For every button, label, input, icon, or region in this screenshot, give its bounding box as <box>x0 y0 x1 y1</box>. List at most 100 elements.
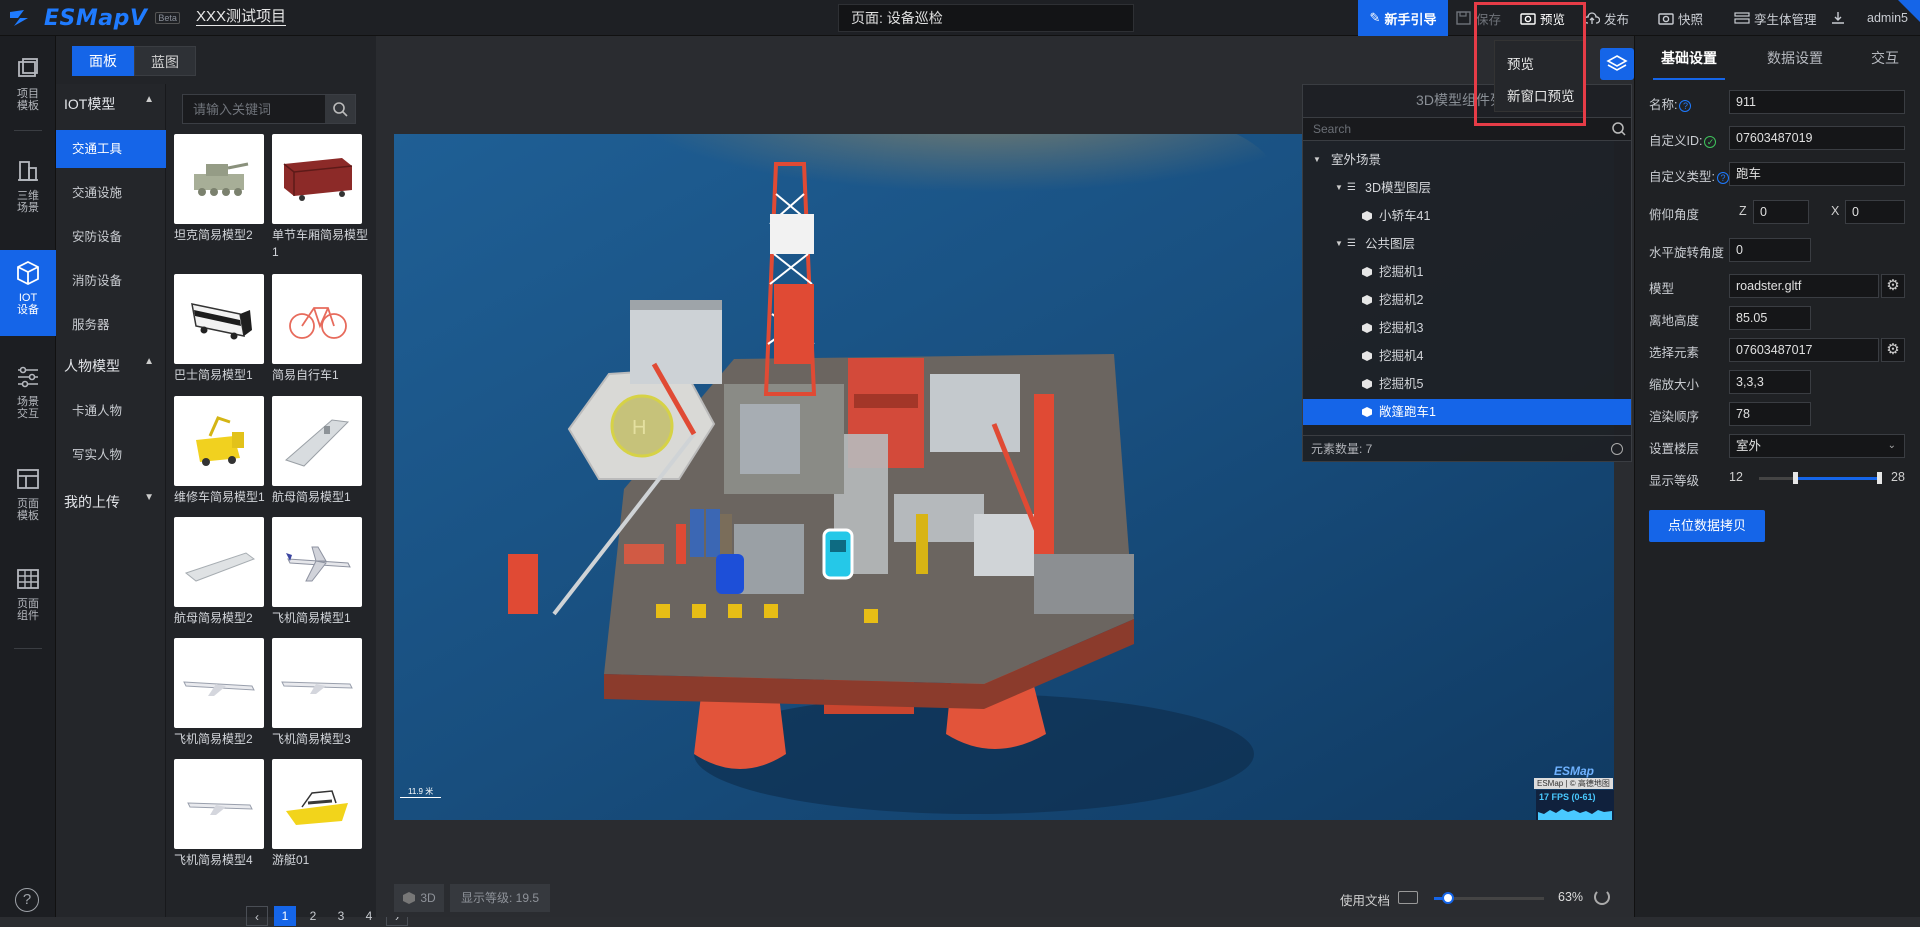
page-button[interactable]: 3 <box>330 906 352 926</box>
layers-toggle-button[interactable] <box>1600 48 1634 80</box>
tab-data-settings[interactable]: 数据设置 <box>1767 36 1823 80</box>
prev-page-button[interactable]: ‹ <box>246 906 268 926</box>
download-button[interactable] <box>1830 0 1846 36</box>
rotation-input[interactable]: 0 <box>1729 238 1811 262</box>
nav-item-scene-interaction[interactable]: 场景交互 <box>0 354 56 434</box>
tab-blueprint[interactable]: 蓝图 <box>134 46 196 76</box>
help-icon[interactable]: ? <box>15 888 39 912</box>
project-name[interactable]: XXX测试项目 <box>196 9 287 26</box>
cube-icon <box>403 892 416 904</box>
caret-down-icon[interactable]: ▼ <box>1313 147 1321 173</box>
search-input[interactable] <box>183 95 323 123</box>
render-order-input[interactable]: 78 <box>1729 402 1811 426</box>
snapshot-button[interactable]: 快照 <box>1658 0 1703 36</box>
cube-icon <box>17 260 39 286</box>
caret-down-icon[interactable]: ▼ <box>1335 175 1343 201</box>
tree-node[interactable]: 挖掘机5 <box>1303 371 1631 397</box>
publish-button[interactable]: 发布 <box>1584 0 1629 36</box>
category-item[interactable]: 服务器 <box>56 306 166 344</box>
zoom-slider[interactable] <box>1434 892 1544 904</box>
model-card[interactable]: 简易自行车1 <box>272 274 362 384</box>
tree-node[interactable]: 挖掘机2 <box>1303 287 1631 313</box>
layout-icon <box>17 469 39 489</box>
3d-mode-button[interactable]: 3D <box>394 884 444 912</box>
category-group-upload[interactable]: 我的上传 ▼ <box>64 492 164 512</box>
guide-button[interactable]: ✎ 新手引导 <box>1358 0 1448 36</box>
caret-down-icon[interactable]: ▼ <box>1335 231 1343 257</box>
model-card[interactable]: 飞机简易模型3 <box>272 638 362 748</box>
tree-node[interactable]: 挖掘机3 <box>1303 315 1631 341</box>
scale-input[interactable]: 3,3,3 <box>1729 370 1811 394</box>
custom-id-input[interactable]: 07603487019 <box>1729 126 1905 150</box>
app-logo[interactable]: ESMapV Beta <box>8 6 180 31</box>
model-card[interactable]: 维修车简易模型1 <box>174 396 265 506</box>
tree-node[interactable]: ▼ ☰ 公共图层 <box>1303 231 1631 257</box>
search-icon[interactable] <box>1611 121 1627 137</box>
level-range-slider[interactable] <box>1759 472 1882 484</box>
category-group-person[interactable]: 人物模型 ▲ <box>64 356 164 376</box>
gear-icon[interactable]: ⚙ <box>1881 274 1905 298</box>
search-button[interactable] <box>325 95 355 123</box>
tree-node-selected[interactable]: 敞篷跑车1 <box>1303 399 1631 425</box>
model-card[interactable]: 巴士简易模型1 <box>174 274 264 384</box>
search-icon <box>333 102 348 117</box>
tree-node[interactable]: ▼ 室外场景 <box>1303 147 1631 173</box>
name-input[interactable]: 911 <box>1729 90 1905 114</box>
level-range-min-handle[interactable] <box>1793 472 1798 484</box>
tab-panel[interactable]: 面板 <box>72 46 134 76</box>
twin-manage-button[interactable]: 孪生体管理 <box>1734 0 1817 36</box>
tab-basic-settings[interactable]: 基础设置 <box>1661 36 1717 80</box>
copy-point-data-button[interactable]: 点位数据拷贝 <box>1649 510 1765 542</box>
page-button[interactable]: 1 <box>274 906 296 926</box>
info-icon[interactable]: ? <box>1716 171 1729 184</box>
nav-item-project-template[interactable]: 项目模板 <box>0 46 56 126</box>
level-range-max-handle[interactable] <box>1877 472 1882 484</box>
pitch-x-input[interactable]: 0 <box>1845 200 1905 224</box>
model-card[interactable]: 飞机简易模型1 <box>272 517 362 627</box>
nav-item-page-component[interactable]: 页面组件 <box>0 556 56 636</box>
highlight-box <box>1474 2 1586 126</box>
tree-node[interactable]: 小轿车41 <box>1303 203 1631 229</box>
category-item[interactable]: 消防设备 <box>56 262 166 300</box>
collapse-icon[interactable] <box>1611 443 1623 455</box>
nav-item-3d-scene[interactable]: 三维场景 <box>0 148 56 228</box>
floor-select[interactable]: 室外 ⌄ <box>1729 434 1905 458</box>
building-icon <box>18 161 38 181</box>
page-button[interactable]: 2 <box>302 906 324 926</box>
custom-type-input[interactable]: 跑车 <box>1729 162 1905 186</box>
category-item[interactable]: 交通工具 <box>56 130 166 168</box>
model-card[interactable]: 飞机简易模型2 <box>174 638 264 748</box>
snapshot-camera-icon <box>1658 13 1674 25</box>
info-icon[interactable]: ? <box>1679 99 1692 112</box>
refresh-icon[interactable] <box>1594 889 1610 905</box>
docs-link[interactable]: 使用文档 <box>1340 890 1390 909</box>
nav-item-iot-device[interactable]: IOT设备 <box>0 250 56 336</box>
model-card[interactable]: 坦克简易模型2 <box>174 134 264 244</box>
tab-interaction[interactable]: 交互 <box>1871 36 1899 80</box>
model-card[interactable]: 飞机简易模型4 <box>174 759 264 869</box>
keyboard-icon[interactable] <box>1398 891 1418 904</box>
category-group-iot[interactable]: IOT模型 ▲ <box>64 94 164 114</box>
element-input[interactable]: 07603487017 <box>1729 338 1879 362</box>
page-selector[interactable]: 页面: 设备巡检 <box>838 4 1134 32</box>
nav-label: 场景交互 <box>17 396 39 420</box>
nav-item-page-template[interactable]: 页面模板 <box>0 456 56 536</box>
category-item[interactable]: 安防设备 <box>56 218 166 256</box>
pitch-z-input[interactable]: 0 <box>1753 200 1809 224</box>
model-input[interactable]: roadster.gltf <box>1729 274 1879 298</box>
category-item[interactable]: 交通设施 <box>56 174 166 212</box>
category-item[interactable]: 卡通人物 <box>56 392 166 430</box>
tab-underline <box>1653 78 1725 80</box>
model-card[interactable]: 航母简易模型2 <box>174 517 264 627</box>
category-item[interactable]: 写实人物 <box>56 436 166 474</box>
zoom-slider-handle[interactable] <box>1442 892 1454 904</box>
height-input[interactable]: 85.05 <box>1729 306 1811 330</box>
gear-icon[interactable]: ⚙ <box>1881 338 1905 362</box>
tree-node-label: 敞篷跑车1 <box>1379 405 1436 419</box>
model-card[interactable]: 单节车厢简易模型1 <box>272 134 368 261</box>
tree-node[interactable]: ▼ ☰ 3D模型图层 <box>1303 175 1631 201</box>
model-card[interactable]: 航母简易模型1 <box>272 396 362 506</box>
tree-node[interactable]: 挖掘机1 <box>1303 259 1631 285</box>
tree-node[interactable]: 挖掘机4 <box>1303 343 1631 369</box>
model-card[interactable]: 游艇01 <box>272 759 362 869</box>
